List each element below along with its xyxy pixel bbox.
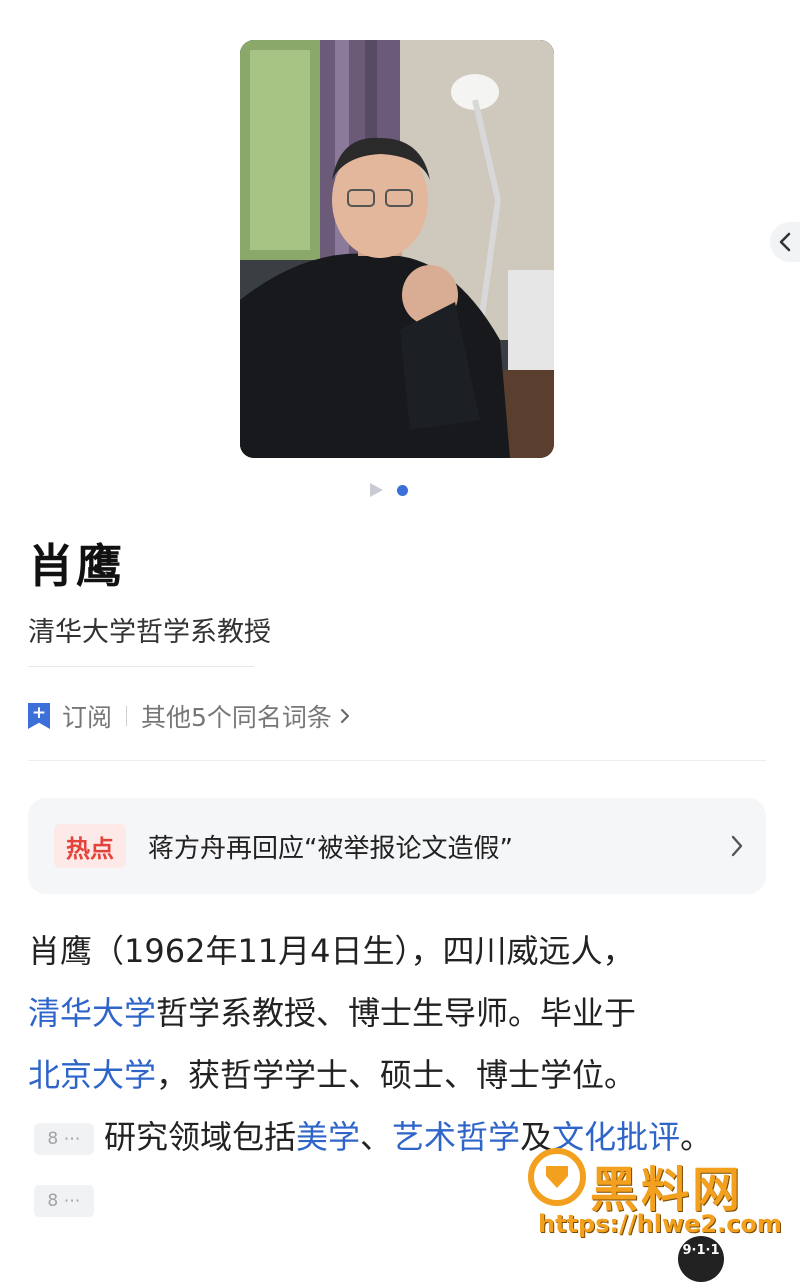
divider (28, 760, 766, 761)
summary-text: 、 (360, 1118, 393, 1156)
ellipsis-icon: ⋯ (63, 1191, 81, 1211)
watermark-url: https://hlwe2.com (538, 1210, 782, 1238)
watermark: 黑料网 https://hlwe2.com 9·1·1 (528, 1148, 800, 1282)
entry-description: 清华大学哲学系教授 (28, 617, 271, 648)
summary-text: ，获哲学学士、硕士、博士学位。 (156, 1056, 637, 1094)
subscribe-label: 订阅 (62, 703, 113, 732)
summary-text: 研究领域包括 (104, 1118, 297, 1156)
link-tsinghua[interactable]: 清华大学 (28, 994, 156, 1032)
subscribe-button[interactable]: + 订阅 (28, 698, 112, 734)
divider (28, 666, 254, 667)
link-aesthetics[interactable]: 美学 (296, 1118, 360, 1156)
active-page-dot[interactable] (397, 484, 408, 496)
chevron-right-icon (340, 709, 349, 723)
gallery-prev-button[interactable] (770, 222, 800, 262)
entry-actions: + 订阅 其他5个同名词条 (28, 698, 350, 734)
portrait-image[interactable] (240, 40, 554, 458)
entry-title: 肖鹰 (28, 539, 124, 593)
brand-logo-icon (528, 1148, 586, 1206)
citation-number: 8 (47, 1129, 59, 1149)
citation-badge[interactable]: 8 ⋯ (34, 1123, 94, 1155)
hot-topic-card[interactable]: 热点 蒋方舟再回应“被举报论文造假” (28, 798, 766, 894)
gallery-indicator (370, 482, 408, 498)
citation-number: 8 (47, 1191, 59, 1211)
separator (126, 706, 128, 726)
chevron-right-icon (731, 835, 743, 857)
same-name-entries-link[interactable]: 其他5个同名词条 (141, 698, 350, 734)
chevron-left-icon (779, 232, 791, 252)
summary-text: 肖鹰（1962年11月4日生），四川威远人， (28, 932, 635, 970)
hot-tag: 热点 (54, 824, 126, 868)
bookmark-plus-icon: + (28, 703, 50, 729)
citation-badge[interactable]: 8 ⋯ (34, 1185, 94, 1217)
link-art-philosophy[interactable]: 艺术哲学 (392, 1118, 520, 1156)
hot-topic-text: 蒋方舟再回应“被举报论文造假” (148, 833, 513, 864)
link-pku[interactable]: 北京大学 (28, 1056, 156, 1094)
ellipsis-icon: ⋯ (63, 1129, 81, 1149)
play-icon[interactable] (370, 483, 383, 497)
watermark-badge: 9·1·1 (678, 1236, 724, 1282)
summary-text: 哲学系教授、博士生导师。毕业于 (156, 994, 637, 1032)
same-name-label: 其他5个同名词条 (141, 703, 332, 732)
